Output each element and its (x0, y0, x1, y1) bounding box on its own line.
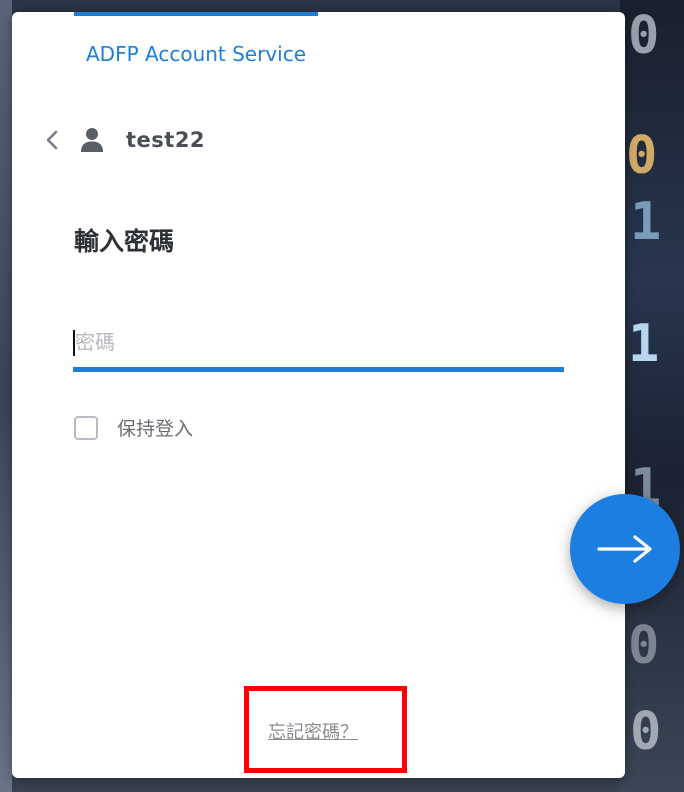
top-accent-bar (74, 12, 318, 16)
background-left (0, 0, 12, 792)
text-caret (73, 330, 75, 356)
remember-me-label: 保持登入 (117, 418, 194, 440)
service-title: ADFP Account Service (86, 42, 307, 66)
password-input[interactable] (73, 312, 564, 372)
background-glyphs: 0 0 1 1 1 0 0 (620, 0, 684, 792)
username: test22 (126, 128, 206, 152)
background-glyph: 0 (628, 616, 660, 676)
forgot-password-link[interactable]: 忘記密碼？ (268, 718, 358, 744)
password-underline (73, 367, 564, 372)
background-glyph: 0 (630, 702, 662, 762)
background-glyph: 0 (626, 126, 658, 186)
back-button[interactable] (40, 122, 64, 158)
background-glyph: 1 (630, 192, 662, 252)
remember-me-checkbox[interactable] (74, 415, 98, 440)
user-icon (80, 126, 104, 154)
background-glyph: 1 (628, 314, 660, 374)
login-card: ADFP Account Service test22 輸入密碼 保持登入 忘記… (12, 12, 625, 778)
next-button[interactable] (570, 494, 680, 604)
password-field-wrapper (73, 312, 564, 372)
background-glyph: 0 (628, 6, 660, 66)
screen: 0 0 1 1 1 0 0 ADFP Account Service test2… (0, 0, 684, 792)
page-title: 輸入密碼 (74, 227, 175, 256)
remember-me-option[interactable]: 保持登入 (74, 414, 193, 441)
chevron-left-icon (46, 130, 58, 150)
arrow-right-icon (597, 535, 652, 563)
user-row: test22 (40, 122, 205, 158)
